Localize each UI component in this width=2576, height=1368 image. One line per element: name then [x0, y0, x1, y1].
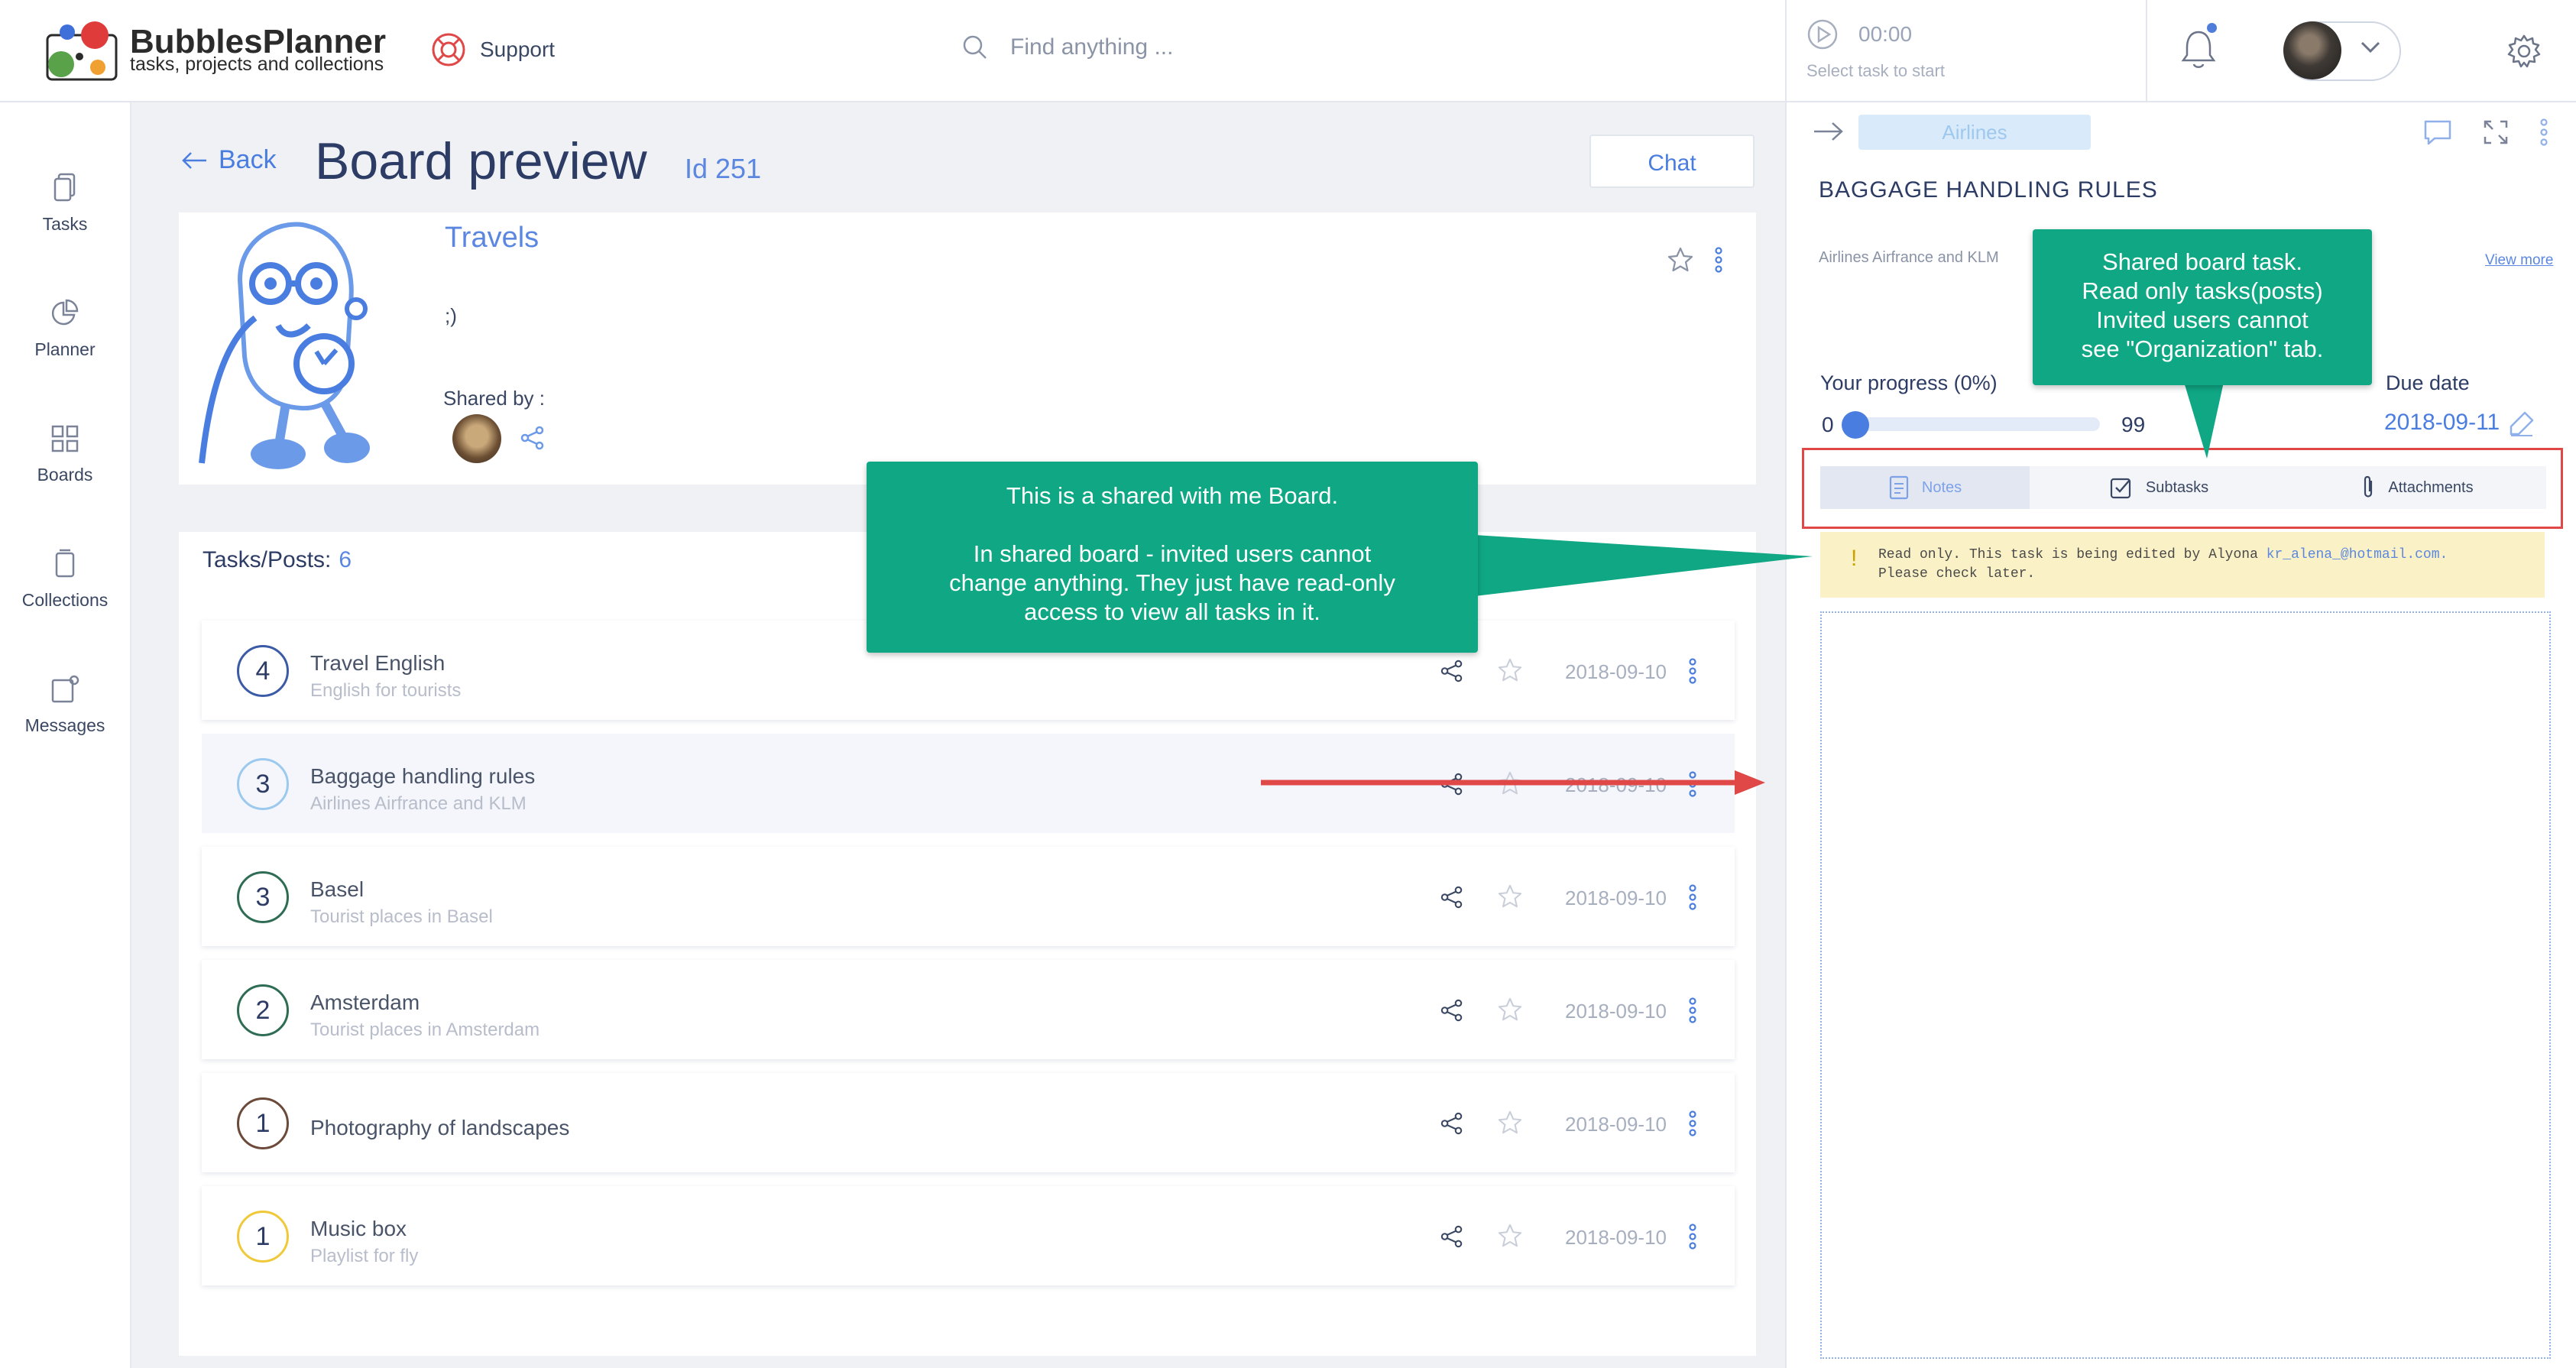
shared-task-callout: Shared board task. Read only tasks(posts… — [2033, 229, 2372, 385]
callout-spacer — [867, 511, 1478, 540]
callout-text: access to view all tasks in it. — [1024, 598, 1320, 625]
callout-text: Shared board task. — [2102, 248, 2302, 275]
callout-tail — [2184, 382, 2224, 459]
callout-text: Read only tasks(posts) — [2082, 277, 2323, 304]
callout-text: This is a shared with me Board. — [1006, 482, 1339, 509]
callout-text: Invited users cannot — [2096, 306, 2309, 333]
annotation-overlay — [1261, 382, 2224, 795]
callout-text: see "Organization" tab. — [2081, 336, 2324, 362]
callout-text: In shared board - invited users cannot — [973, 540, 1372, 567]
callout-tail — [1475, 535, 1813, 596]
pointer-arrow-head — [1735, 770, 1765, 795]
shared-board-callout: This is a shared with me Board. In share… — [867, 462, 1478, 653]
callout-text: change anything. They just have read-onl… — [949, 569, 1395, 596]
